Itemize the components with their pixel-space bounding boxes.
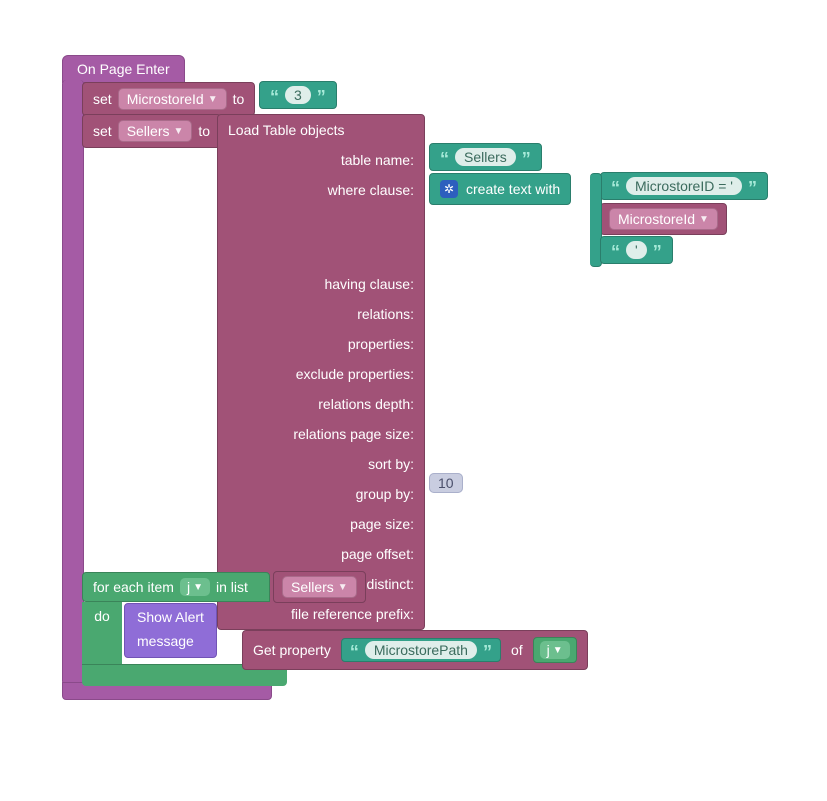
property-name-string[interactable]: “ MicrostorePath ” [341,638,501,662]
message-label: message [137,625,204,649]
row-relations-page-size: relations page size: [218,419,424,449]
quote-icon: ” [317,92,326,102]
string-value[interactable]: ' [626,241,647,259]
row-properties: properties: [218,329,424,359]
chevron-down-icon: ▼ [173,126,183,137]
chevron-down-icon: ▼ [208,94,218,105]
quote-icon: “ [611,247,620,257]
set-variable-block-sellers[interactable]: set Sellers▼ to [82,114,221,148]
show-alert-title: Show Alert [137,609,204,625]
string-literal-sellers[interactable]: “ Sellers ” [429,143,542,171]
loop-variable-dropdown[interactable]: j▼ [180,578,210,596]
string-value[interactable]: Sellers [455,148,516,166]
row-where-clause-filler [218,205,424,269]
variable-dropdown-microstoreid[interactable]: MicrostoreId▼ [118,88,227,110]
row-group-by: group by: [218,479,424,509]
row-where-clause: where clause: [218,175,424,205]
row-page-offset: page offset: [218,539,424,569]
quote-icon: ” [483,647,492,657]
event-title: On Page Enter [77,61,170,77]
load-title-row: Load Table objects [218,115,424,145]
loop-variable-dropdown[interactable]: j▼ [540,641,570,659]
chevron-down-icon: ▼ [338,582,348,593]
quote-icon: “ [440,154,449,164]
blockly-workspace: On Page Enter set MicrostoreId▼ to “ 3 ”… [20,20,827,781]
set-variable-block-microstoreid[interactable]: set MicrostoreId▼ to [82,82,255,116]
string-value[interactable]: 3 [285,86,311,104]
event-block-header[interactable]: On Page Enter [62,55,185,83]
variable-dropdown-sellers[interactable]: Sellers▼ [282,576,357,598]
get-property-label: Get property [253,642,331,658]
row-relations: relations: [218,299,424,329]
variable-dropdown-sellers[interactable]: Sellers▼ [118,120,193,142]
create-text-with-block[interactable]: ✲ create text with [429,173,571,205]
get-property-block[interactable]: Get property “ MicrostorePath ” of j▼ [242,630,588,670]
quote-icon: “ [611,183,620,193]
of-label: of [511,642,523,658]
load-table-objects-block[interactable]: Load Table objects table name: where cla… [217,114,425,630]
chevron-down-icon: ▼ [193,582,203,593]
do-label-cell: do [82,602,122,664]
string-value[interactable]: MicrostorePath [365,641,477,659]
gear-icon[interactable]: ✲ [440,180,458,198]
row-table-name: table name: [218,145,424,175]
for-each-label: for each item [93,579,174,595]
set-label: set [93,123,112,139]
chevron-down-icon: ▼ [553,645,563,656]
row-relations-depth: relations depth: [218,389,424,419]
string-value[interactable]: MicrostoreID = ' [626,177,742,195]
load-title: Load Table objects [228,122,345,138]
in-list-label: in list [216,579,248,595]
row-having-clause: having clause: [218,269,424,299]
quote-icon: ” [748,183,757,193]
quote-icon: ” [522,154,531,164]
row-page-size: page size: [218,509,424,539]
quote-icon: “ [350,647,359,657]
to-label: to [233,91,245,107]
event-block-body [62,80,84,685]
variable-getter-sellers[interactable]: Sellers▼ [273,571,366,603]
set-label: set [93,91,112,107]
variable-dropdown-microstoreid[interactable]: MicrostoreId▼ [609,208,718,230]
string-literal-microstoreid-eq[interactable]: “ MicrostoreID = ' ” [600,172,768,200]
quote-icon: “ [270,92,279,102]
string-literal-3[interactable]: “ 3 ” [259,81,337,109]
to-label: to [198,123,210,139]
variable-getter-microstoreid[interactable]: MicrostoreId▼ [600,203,727,235]
chevron-down-icon: ▼ [699,214,709,225]
create-text-with-label: create text with [466,181,560,197]
for-each-block[interactable]: for each item j▼ in list [82,572,270,602]
quote-icon: ” [653,247,662,257]
show-alert-block[interactable]: Show Alert message [124,603,217,658]
row-exclude-properties: exclude properties: [218,359,424,389]
string-literal-close-quote[interactable]: “ ' ” [600,236,673,264]
page-size-value[interactable]: 10 [429,475,463,491]
row-sort-by: sort by: [218,449,424,479]
variable-getter-j[interactable]: j▼ [533,637,577,663]
